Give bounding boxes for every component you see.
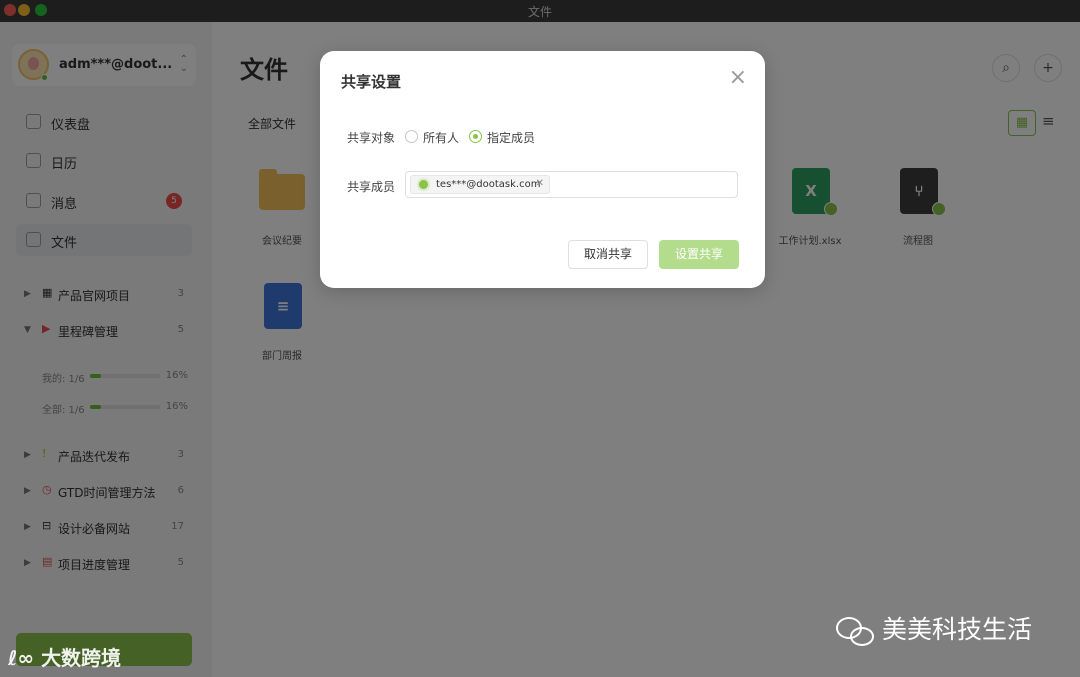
remove-tag-icon[interactable]: ✕ (536, 178, 544, 189)
member-tag-label: tes***@dootask.com (436, 179, 541, 190)
member-select-input[interactable]: tes***@dootask.com ✕ (405, 171, 738, 198)
dialog-title: 共享设置 (341, 73, 402, 91)
radio-button[interactable] (405, 130, 418, 143)
share-target-label: 共享对象 (347, 131, 396, 145)
share-settings-dialog: 共享设置 × 共享对象 所有人 指定成员 共享成员 tes***@dootask… (320, 51, 765, 288)
member-tag: tes***@dootask.com ✕ (410, 175, 550, 194)
radio-label: 指定成员 (487, 131, 536, 145)
radio-button[interactable] (469, 130, 482, 143)
set-share-button[interactable]: 设置共享 (659, 240, 739, 269)
cancel-share-button[interactable]: 取消共享 (568, 240, 648, 269)
watermark-text: 大数跨境 (41, 646, 122, 670)
watermark-left: ℓ∞ 大数跨境 (8, 642, 121, 671)
avatar (417, 178, 430, 191)
close-icon[interactable]: × (729, 65, 747, 90)
logo-icon: ℓ∞ (8, 646, 42, 670)
radio-label: 所有人 (423, 131, 460, 145)
watermark-text: 美美科技生活 (882, 615, 1033, 644)
share-members-label: 共享成员 (347, 180, 396, 194)
wechat-icon (836, 615, 876, 647)
watermark-right: 美美科技生活 (836, 610, 1032, 647)
